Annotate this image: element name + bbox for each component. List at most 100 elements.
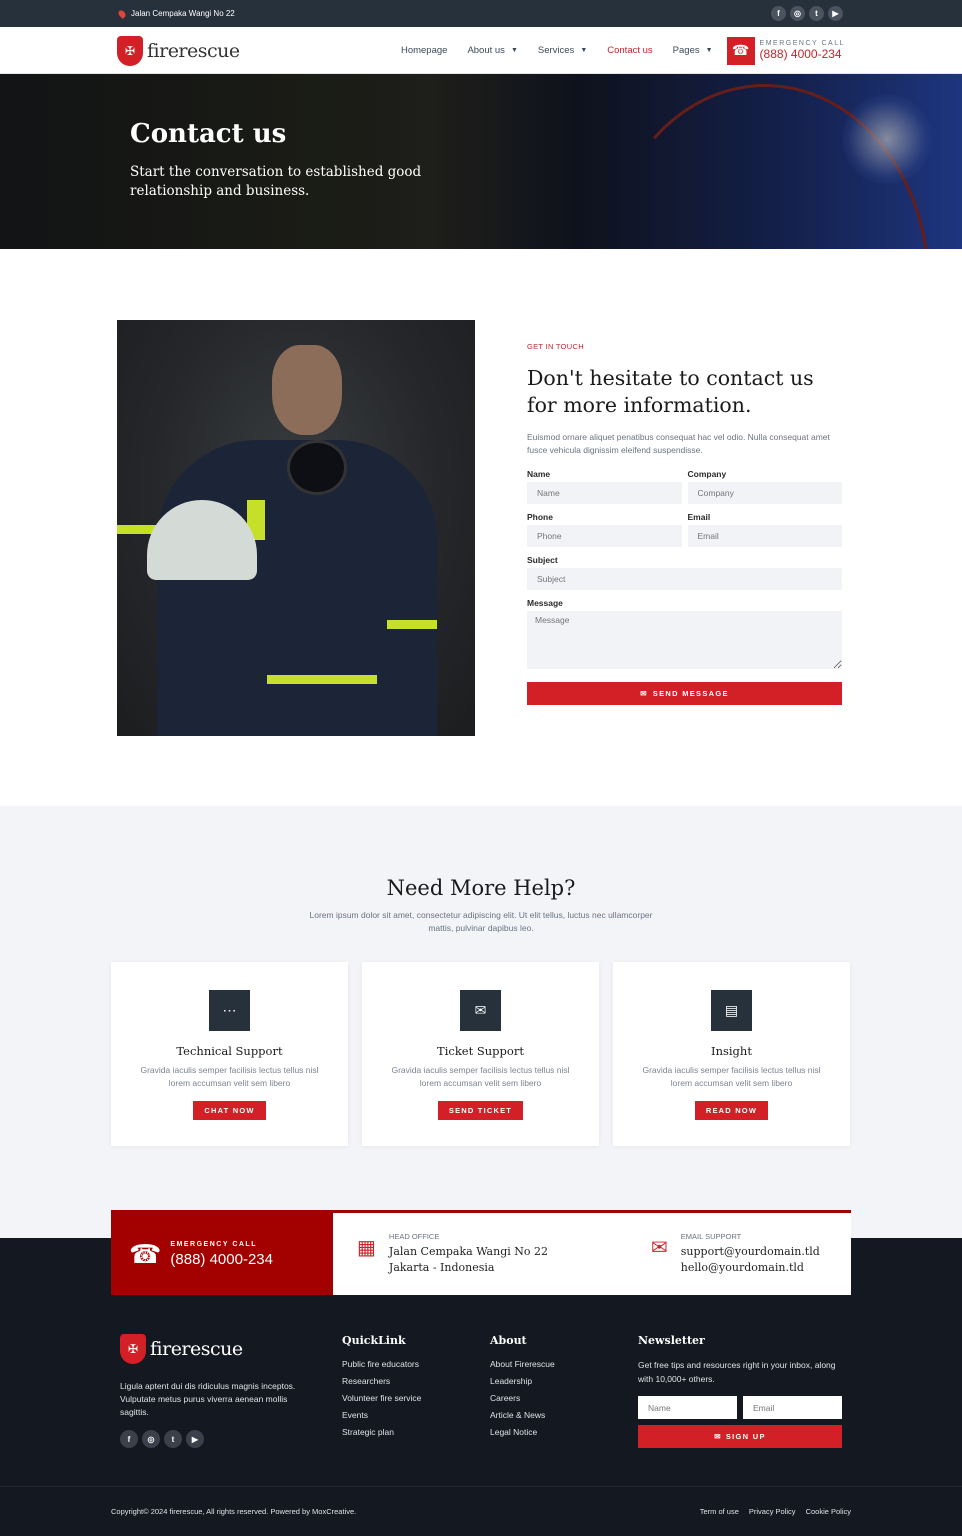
envelope-icon: ✉ [640,689,648,698]
company-label: Company [687,469,727,479]
about-title: About [490,1334,527,1347]
youtube-icon[interactable]: ▶ [186,1430,204,1448]
strip-emergency[interactable]: ☎ EMERGENCY CALL (888) 4000-234 [111,1213,333,1295]
contact-form-column: GET IN TOUCH Don't hesitate to contact u… [527,342,842,705]
hello-email-link[interactable]: hello@yourdomain.tld [681,1260,820,1276]
nav-item-about-us[interactable]: About us ▼ [467,45,517,56]
footer-newsletter-column: Newsletter Get free tips and resources r… [638,1334,842,1448]
read-now-button[interactable]: READ NOW [694,1101,769,1120]
contact-intro: Euismod ornare aliquet penatibus consequ… [527,432,830,455]
nav-item-services[interactable]: Services ▼ [538,45,587,56]
subject-input[interactable] [527,568,842,590]
emergency-call-link[interactable]: ☎ EMERGENCY CALL (888) 4000-234 [726,36,845,65]
support-email-link[interactable]: support@yourdomain.tld [681,1244,820,1260]
nav-label: Pages [672,45,700,56]
newsletter-text: Get free tips and resources right in you… [638,1360,836,1384]
document-icon: ▤ [711,990,752,1031]
page-subtitle: Start the conversation to established go… [130,164,422,199]
envelope-icon: ✉ [460,990,501,1031]
footer-quicklink-column: QuickLink Public fire educators Research… [342,1334,490,1448]
site-logo[interactable]: ✠ firerescue [117,35,240,66]
sign-up-button[interactable]: ✉ SIGN UP [638,1425,842,1448]
twitter-icon[interactable]: t [164,1430,182,1448]
location-pin-icon [117,8,127,19]
chat-icon: ⋯ [209,990,250,1031]
email-input[interactable] [687,525,842,547]
footer-link[interactable]: Article & News [490,1410,545,1420]
company-input[interactable] [687,482,842,504]
chevron-down-icon: ▼ [705,47,713,54]
telephone-icon: ☎ [129,1238,162,1269]
head-office-info: ▦ HEAD OFFICE Jalan Cempaka Wangi No 22 … [357,1232,651,1276]
instagram-icon[interactable]: ◎ [142,1430,160,1448]
nav-item-contact-us[interactable]: Contact us [607,45,652,56]
nav-menu: Homepage About us ▼ Services ▼ Contact us … [401,45,713,56]
shield-logo-icon: ✠ [120,1334,146,1364]
footer-link[interactable]: Researchers [342,1376,390,1386]
footer-link[interactable]: Volunteer fire service [342,1393,421,1403]
firefighter-photo [117,320,475,736]
top-social-links: f ◎ t ▶ [771,6,843,21]
cookie-link[interactable]: Cookie Policy [806,1507,851,1516]
strip-contact-details: ▦ HEAD OFFICE Jalan Cempaka Wangi No 22 … [333,1213,851,1295]
footer-logo[interactable]: ✠ firerescue [120,1334,342,1364]
newsletter-title: Newsletter [638,1334,705,1347]
footer-link[interactable]: Public fire educators [342,1359,419,1369]
photo-stripe [267,675,377,684]
send-message-label: SEND MESSAGE [652,689,729,698]
message-textarea[interactable] [527,611,842,669]
facebook-icon[interactable]: f [120,1430,138,1448]
facebook-icon[interactable]: f [771,6,786,21]
footer-brand-column: ✠ firerescue Ligula aptent dui dis ridic… [111,1334,342,1448]
email-support-label: EMAIL SUPPORT [680,1232,742,1241]
footer-link[interactable]: Careers [490,1393,520,1403]
terms-link[interactable]: Term of use [700,1507,739,1516]
help-title: Need More Help? [386,876,576,900]
emergency-number: (888) 4000-234 [759,47,842,61]
footer-link[interactable]: Leadership [490,1376,532,1386]
help-card-insight: ▤ Insight Gravida iaculis semper facilis… [613,962,850,1146]
emergency-label: EMERGENCY CALL [759,40,845,47]
help-subtitle: Lorem ipsum dolor sit amet, consectetur … [309,910,653,933]
youtube-icon[interactable]: ▶ [828,6,843,21]
nav-item-pages[interactable]: Pages ▼ [673,45,713,56]
logo-text: firerescue [147,39,240,62]
phone-input[interactable] [527,525,682,547]
help-cards: ⋯ Technical Support Gravida iaculis semp… [111,962,850,1146]
send-ticket-button[interactable]: SEND TICKET [437,1101,524,1120]
email-label: Email [687,512,711,522]
card-text: Gravida iaculis semper facilisis lectus … [642,1065,821,1088]
card-title: Insight [711,1044,752,1058]
email-support-info: ✉ EMAIL SUPPORT support@yourdomain.tld h… [651,1232,820,1276]
sign-up-label: SIGN UP [725,1432,766,1441]
photo-head-shape [272,345,342,435]
head-office-label: HEAD OFFICE [388,1232,440,1241]
instagram-icon[interactable]: ◎ [790,6,805,21]
nav-item-homepage[interactable]: Homepage [401,45,447,56]
send-message-button[interactable]: ✉ SEND MESSAGE [527,682,842,705]
chat-now-button[interactable]: CHAT NOW [193,1101,266,1120]
footer-link[interactable]: About Firerescue [490,1359,555,1369]
strip-emergency-label: EMERGENCY CALL [170,1240,257,1248]
message-label: Message [527,598,563,608]
footer-link[interactable]: Legal Notice [490,1427,537,1437]
footer-link[interactable]: Strategic plan [342,1427,394,1437]
footer-social-links: f ◎ t ▶ [120,1430,342,1448]
newsletter-name-input[interactable] [638,1396,737,1419]
nav-label: About us [467,45,505,56]
name-input[interactable] [527,482,682,504]
contact-form: Name Company Phone Email Su [527,469,842,705]
help-card-ticket-support: ✉ Ticket Support Gravida iaculis semper … [362,962,599,1146]
chevron-down-icon: ▼ [510,47,518,54]
privacy-link[interactable]: Privacy Policy [749,1507,796,1516]
newsletter-email-input[interactable] [743,1396,842,1419]
legal-links: Term of use Privacy Policy Cookie Policy [700,1507,851,1516]
footer-logo-text: firerescue [150,1338,243,1360]
info-strip: ☎ EMERGENCY CALL (888) 4000-234 ▦ HEAD O… [111,1210,851,1295]
twitter-icon[interactable]: t [809,6,824,21]
footer-link[interactable]: Events [342,1410,368,1420]
address-text: Jalan Cempaka Wangi No 22 [131,9,235,18]
top-address: Jalan Cempaka Wangi No 22 [117,8,235,19]
footer-bottom-bar: Copyright© 2024 firerescue, All rights r… [0,1486,962,1536]
card-title: Ticket Support [437,1044,524,1058]
